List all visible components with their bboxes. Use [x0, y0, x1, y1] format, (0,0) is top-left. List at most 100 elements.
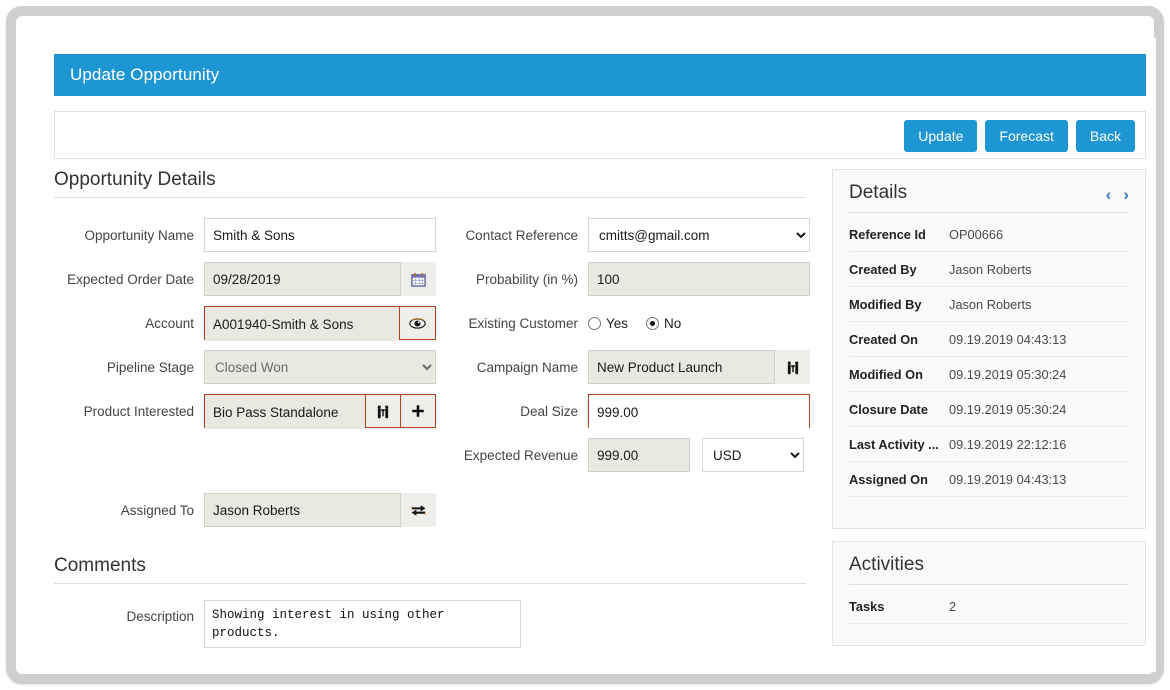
- details-row: Reference Id OP00666: [849, 217, 1129, 252]
- label-account: Account: [54, 316, 204, 331]
- radio-indicator-yes: [588, 317, 601, 330]
- chevron-right-icon[interactable]: ›: [1123, 186, 1129, 203]
- activities-panel-rows: Tasks 2: [833, 589, 1145, 624]
- plus-icon[interactable]: [400, 395, 435, 427]
- label-opportunity-name: Opportunity Name: [54, 228, 204, 243]
- section-heading-comments: Comments: [54, 555, 806, 584]
- details-row-key: Created On: [849, 332, 949, 347]
- details-row-value: 09.19.2019 05:30:24: [949, 367, 1066, 382]
- chevron-left-icon[interactable]: ‹: [1106, 186, 1112, 203]
- details-row-key: Assigned On: [849, 472, 949, 487]
- activities-panel: Activities Tasks 2: [832, 541, 1146, 646]
- window-title-bar: Update Opportunity: [54, 54, 1146, 96]
- page-title: Update Opportunity: [70, 65, 219, 84]
- details-panel-nav: ‹ ›: [1106, 186, 1129, 203]
- details-row-value: 09.19.2019 05:30:24: [949, 402, 1066, 417]
- control-contact-reference: cmitts@gmail.com: [588, 218, 810, 252]
- control-account: [204, 306, 436, 340]
- details-row: Assigned On 09.19.2019 04:43:13: [849, 462, 1129, 497]
- details-row-key: Modified By: [849, 297, 949, 312]
- screenshot-viewport: Update Opportunity Update Forecast Back …: [0, 0, 1170, 690]
- existing-customer-no-radio[interactable]: No: [646, 316, 681, 331]
- assigned-to-input[interactable]: [204, 493, 400, 527]
- control-opportunity-name: [204, 218, 436, 252]
- label-expected-revenue: Expected Revenue: [438, 448, 588, 463]
- field-expected-revenue: Expected Revenue USD: [438, 438, 858, 472]
- field-campaign-name: Campaign Name: [438, 350, 838, 384]
- existing-customer-yes-radio[interactable]: Yes: [588, 316, 628, 331]
- calendar-icon[interactable]: [400, 262, 436, 296]
- label-pipeline-stage: Pipeline Stage: [54, 360, 204, 375]
- activities-row-value: 2: [949, 599, 956, 614]
- binoculars-icon[interactable]: [365, 395, 400, 427]
- section-heading-opportunity-details: Opportunity Details: [54, 169, 806, 198]
- details-panel-rows: Reference Id OP00666 Created By Jason Ro…: [833, 217, 1145, 497]
- label-product-interested: Product Interested: [54, 404, 204, 419]
- currency-select[interactable]: USD: [702, 438, 804, 472]
- label-expected-order-date: Expected Order Date: [54, 272, 204, 287]
- details-row-value: OP00666: [949, 227, 1003, 242]
- details-row: Modified On 09.19.2019 05:30:24: [849, 357, 1129, 392]
- device-frame: Update Opportunity Update Forecast Back …: [6, 6, 1164, 684]
- field-account: Account: [54, 306, 454, 340]
- details-row: Created On 09.19.2019 04:43:13: [849, 322, 1129, 357]
- label-probability: Probability (in %): [438, 272, 588, 287]
- campaign-name-input[interactable]: [588, 350, 774, 384]
- account-input[interactable]: [205, 307, 399, 341]
- activities-panel-header: Activities: [849, 554, 1129, 585]
- field-existing-customer: Existing Customer Yes No: [438, 306, 838, 340]
- details-row-value: 09.19.2019 04:43:13: [949, 472, 1066, 487]
- activities-row: Tasks 2: [849, 589, 1129, 624]
- label-campaign-name: Campaign Name: [438, 360, 588, 375]
- expected-order-date-input[interactable]: [204, 262, 400, 296]
- probability-input[interactable]: [588, 262, 810, 296]
- details-row-value: Jason Roberts: [949, 262, 1032, 277]
- activities-panel-title: Activities: [849, 554, 924, 575]
- details-row-key: Closure Date: [849, 402, 949, 417]
- swap-icon[interactable]: [400, 493, 436, 527]
- back-button[interactable]: Back: [1076, 120, 1135, 152]
- details-panel-header: Details ‹ ›: [849, 182, 1129, 213]
- details-panel: Details ‹ › Reference Id OP00666 Created…: [832, 169, 1146, 529]
- product-interested-input[interactable]: [205, 395, 365, 429]
- control-expected-order-date: [204, 262, 436, 296]
- control-pipeline-stage: Closed Won: [204, 350, 436, 384]
- details-row-key: Reference Id: [849, 227, 949, 242]
- field-assigned-to: Assigned To: [54, 493, 454, 527]
- details-row-key: Created By: [849, 262, 949, 277]
- toolbar-button-group: Update Forecast Back: [904, 120, 1135, 152]
- label-description: Description: [54, 600, 204, 634]
- field-deal-size: Deal Size: [438, 394, 838, 428]
- pipeline-stage-select[interactable]: Closed Won: [204, 350, 436, 384]
- binoculars-icon[interactable]: [774, 350, 810, 384]
- existing-customer-yes-label: Yes: [606, 316, 628, 331]
- details-row-value: 09.19.2019 22:12:16: [949, 437, 1066, 452]
- details-row-key: Last Activity ...: [849, 437, 949, 452]
- control-deal-size: [588, 394, 810, 428]
- details-row: Closure Date 09.19.2019 05:30:24: [849, 392, 1129, 427]
- label-deal-size: Deal Size: [438, 404, 588, 419]
- field-contact-reference: Contact Reference cmitts@gmail.com: [438, 218, 838, 252]
- expected-revenue-input[interactable]: [588, 438, 690, 472]
- details-row: Modified By Jason Roberts: [849, 287, 1129, 322]
- opportunity-name-input[interactable]: [204, 218, 436, 252]
- field-pipeline-stage: Pipeline Stage Closed Won: [54, 350, 454, 384]
- eye-icon[interactable]: [399, 307, 435, 339]
- label-contact-reference: Contact Reference: [438, 228, 588, 243]
- control-existing-customer: Yes No: [588, 316, 693, 331]
- control-probability: [588, 262, 810, 296]
- forecast-button[interactable]: Forecast: [985, 120, 1067, 152]
- deal-size-input[interactable]: [589, 395, 809, 429]
- contact-reference-select[interactable]: cmitts@gmail.com: [588, 218, 810, 252]
- details-row: Created By Jason Roberts: [849, 252, 1129, 287]
- field-probability: Probability (in %): [438, 262, 838, 296]
- details-row-value: Jason Roberts: [949, 297, 1032, 312]
- details-row-value: 09.19.2019 04:43:13: [949, 332, 1066, 347]
- page-body: Update Opportunity Update Forecast Back …: [38, 38, 1156, 672]
- action-toolbar: Update Forecast Back: [54, 111, 1146, 159]
- label-assigned-to: Assigned To: [54, 503, 204, 518]
- update-button[interactable]: Update: [904, 120, 977, 152]
- control-assigned-to: [204, 493, 436, 527]
- description-textarea[interactable]: Showing interest in using other products…: [204, 600, 521, 648]
- activities-row-key: Tasks: [849, 599, 949, 614]
